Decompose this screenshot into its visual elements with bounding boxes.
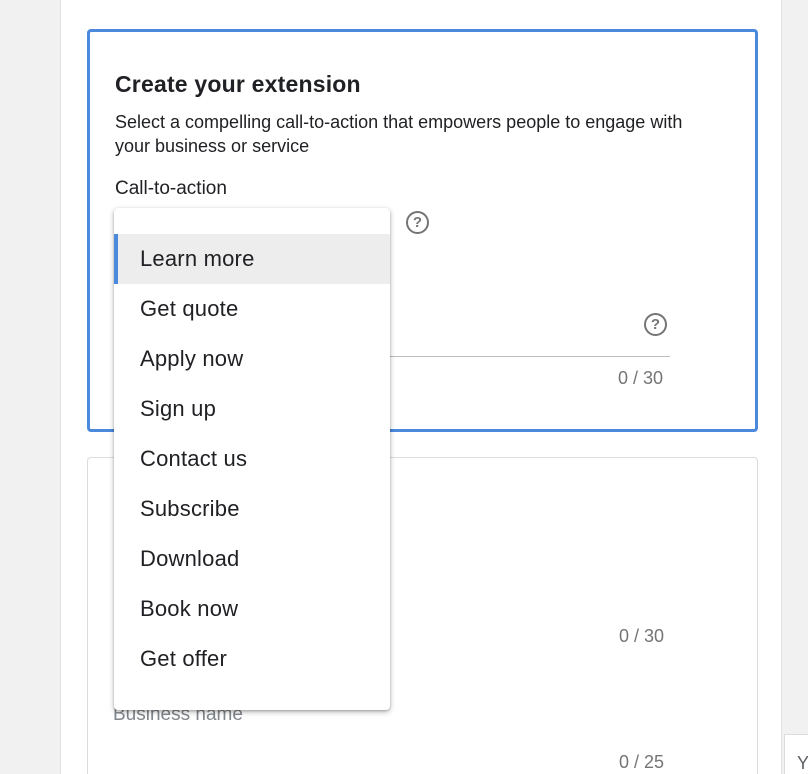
option-get-offer[interactable]: Get offer [114,634,390,684]
option-download[interactable]: Download [114,534,390,584]
cta-dropdown-menu: Learn more Get quote Apply now Sign up C… [114,208,390,710]
option-contact-us[interactable]: Contact us [114,434,390,484]
cta-help-icon[interactable]: ? [406,211,429,234]
option-apply-now[interactable]: Apply now [114,334,390,384]
option-learn-more[interactable]: Learn more [114,234,390,284]
field-char-counter: 0 / 30 [619,626,665,646]
text-char-counter: 0 / 30 [618,368,664,388]
card-title: Create your extension [115,71,361,97]
cta-field-label: Call-to-action [115,178,227,199]
option-sign-up[interactable]: Sign up [114,384,390,434]
page: Y Create your extension Select a compell… [0,0,808,774]
side-input-text: Y [797,753,808,773]
option-subscribe[interactable]: Subscribe [114,484,390,534]
text-help-icon[interactable]: ? [644,313,667,336]
option-get-quote[interactable]: Get quote [114,284,390,334]
option-book-now[interactable]: Book now [114,584,390,634]
side-input-field[interactable]: Y [784,734,808,774]
card-description: Select a compelling call-to-action that … [115,112,683,156]
business-name-char-counter: 0 / 25 [619,752,665,772]
